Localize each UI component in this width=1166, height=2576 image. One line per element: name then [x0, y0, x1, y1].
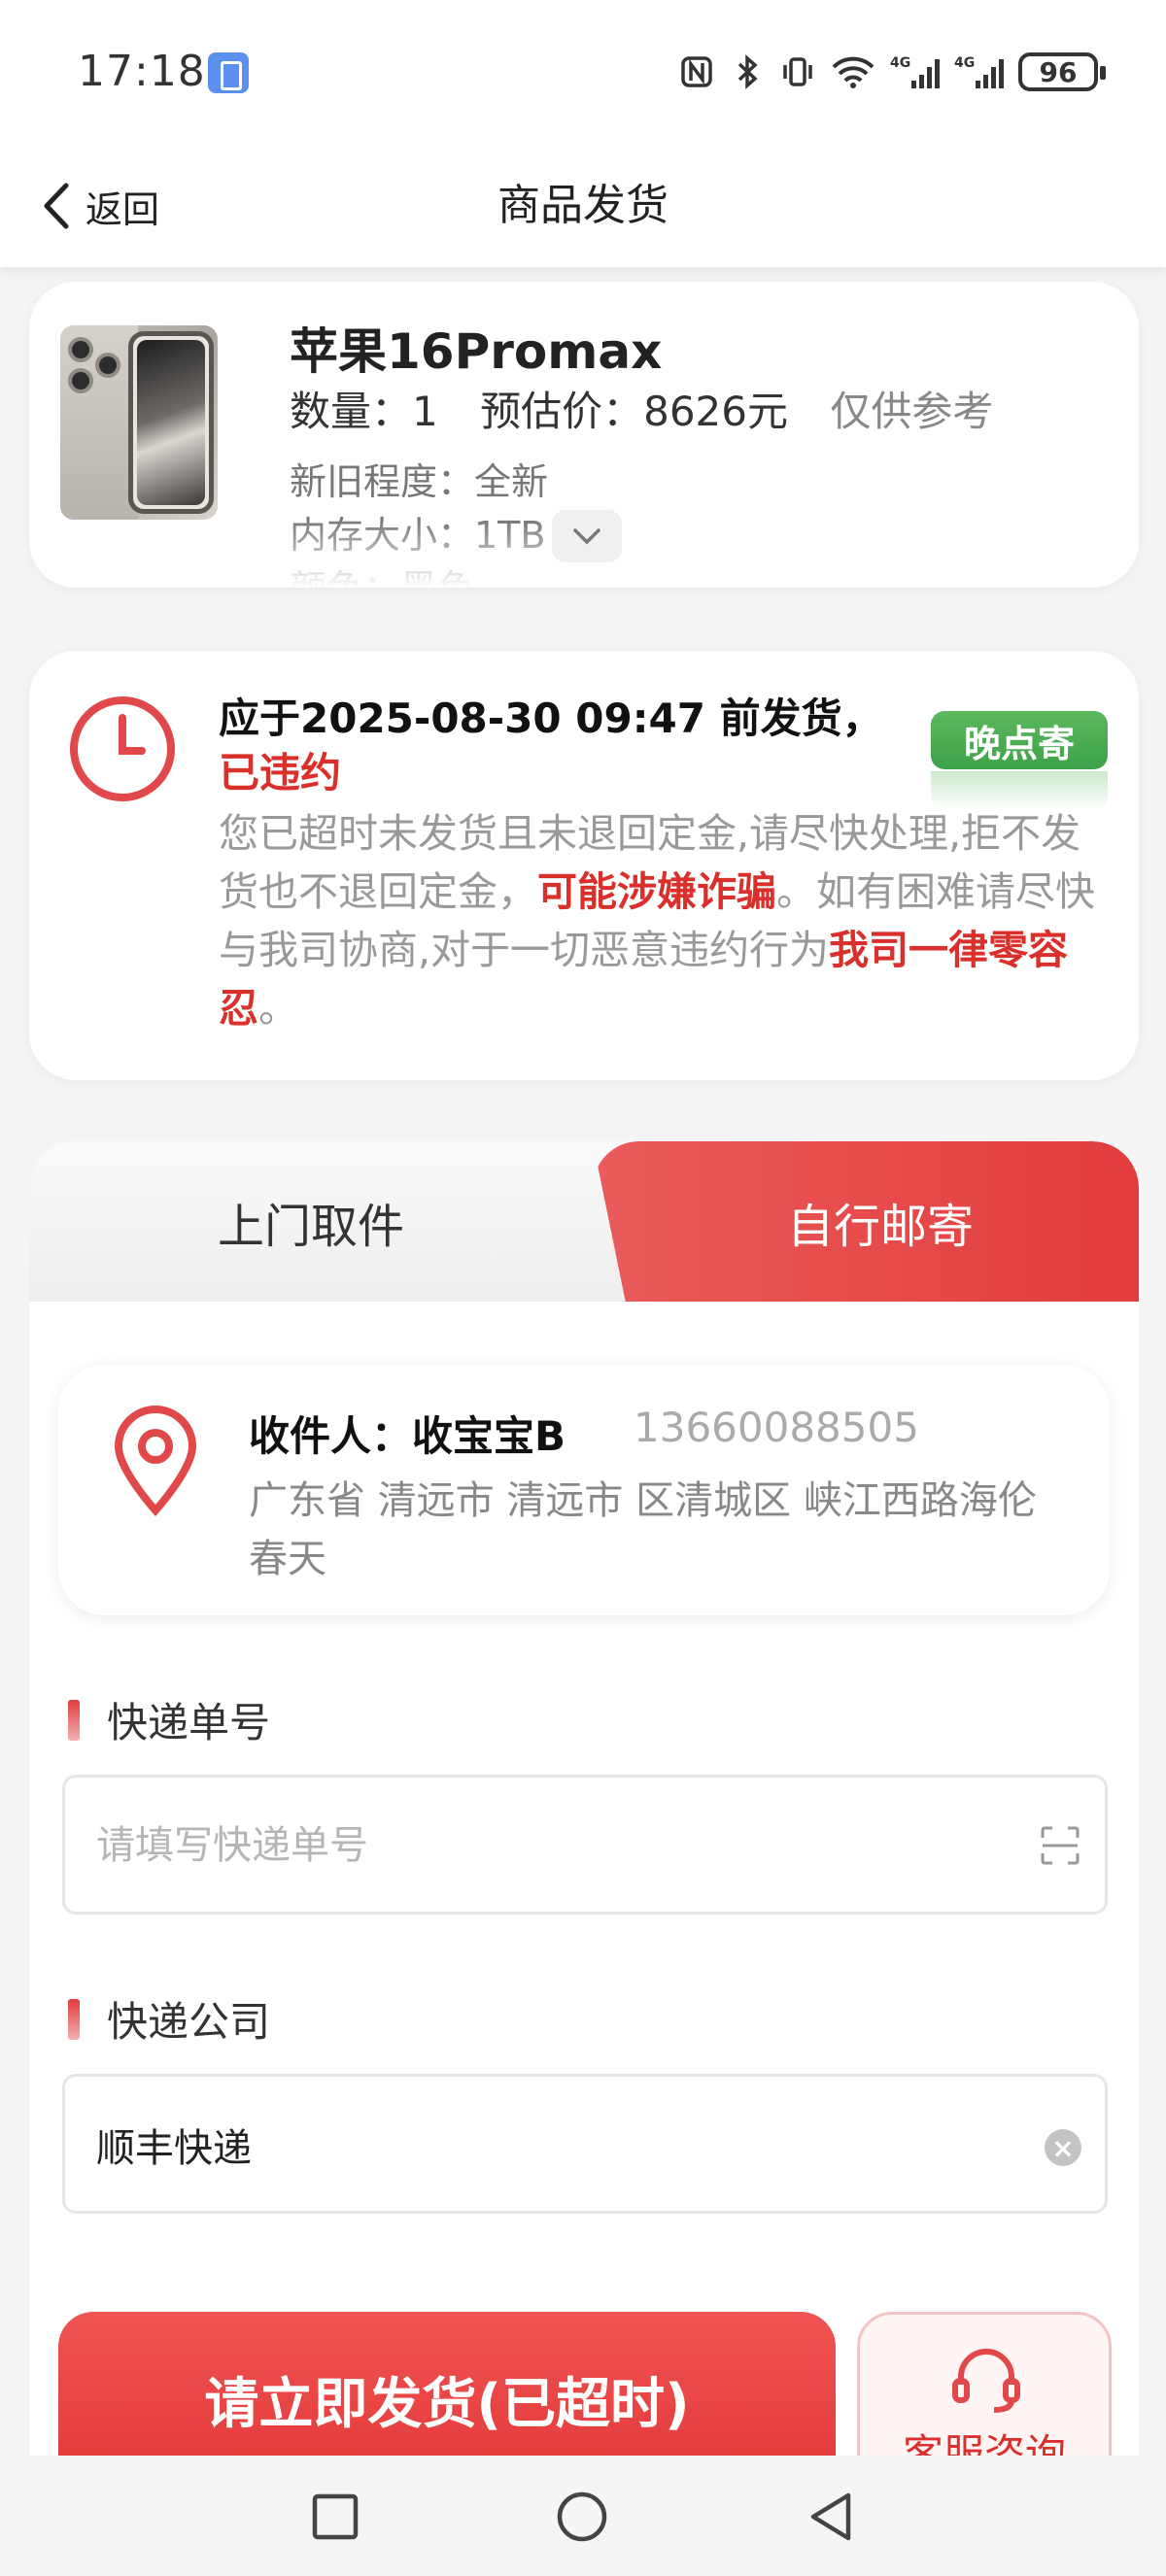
product-quantity-price: 数量：1 预估价：8626元 仅供参考	[290, 379, 993, 438]
svg-text:4G: 4G	[954, 55, 975, 71]
product-card: 苹果16Promax 数量：1 预估价：8626元 仅供参考 新旧程度：全新 内…	[29, 282, 1139, 588]
battery-indicator: 96	[1018, 52, 1106, 91]
page-title: 商品发货	[497, 181, 669, 230]
home-button[interactable]	[550, 2485, 614, 2549]
product-condition: 新旧程度：全新	[290, 460, 549, 503]
tracking-number-label: 快递单号	[68, 1690, 270, 1749]
circle-icon	[557, 2491, 607, 2542]
recipient-name: 收件人：收宝宝B	[249, 1412, 566, 1460]
status-bar: 17:18 4G 4G 96	[0, 0, 1166, 146]
nav-header: 返回 商品发货	[0, 146, 1166, 267]
tracking-label-text: 快递单号	[107, 1699, 271, 1746]
tracking-number-input[interactable]	[96, 1778, 971, 1914]
recipient-address-card: 收件人：收宝宝B 13660088505 广东省 清远市 清远市 区清城区 峡江…	[58, 1365, 1110, 1615]
recipient-phone: 13660088505	[634, 1404, 919, 1451]
status-icons: 4G 4G 96	[678, 49, 1106, 95]
ship-later-button[interactable]: 晚点寄	[931, 711, 1108, 769]
shipping-section: 上门取件 自行邮寄 收件人：收宝宝B 13660088505 广东省 清远市 清…	[29, 1141, 1139, 2482]
violation-status: 已违约	[219, 749, 342, 797]
recipient-address: 广东省 清远市 清远市 区清城区 峡江西路海伦春天	[249, 1478, 1037, 1581]
signal-4g-icon: 4G	[954, 55, 1004, 88]
signal-4g-icon: 4G	[890, 55, 940, 88]
vibrate-icon	[783, 57, 812, 86]
recent-apps-button[interactable]	[303, 2485, 367, 2549]
status-time: 17:18	[78, 47, 206, 96]
app-notification-icon	[208, 52, 249, 93]
location-pin-icon	[114, 1406, 197, 1516]
battery-level: 96	[1039, 55, 1078, 88]
triangle-back-icon	[810, 2492, 851, 2541]
courier-company-label: 快递公司	[68, 1989, 270, 2049]
tab-door-pickup[interactable]: 上门取件	[29, 1141, 632, 1302]
label-accent-bar	[68, 1998, 80, 2040]
product-name: 苹果16Promax	[290, 323, 663, 380]
product-quantity: 数量：1	[290, 388, 438, 435]
company-label-text: 快递公司	[107, 1998, 271, 2046]
scan-icon[interactable]	[1039, 1824, 1081, 1867]
tab-self-mail-label: 自行邮寄	[786, 1199, 974, 1254]
nfc-icon	[681, 56, 712, 87]
courier-company-input[interactable]	[96, 2077, 971, 2213]
courier-company-field[interactable]: ×	[62, 2074, 1108, 2214]
ship-deadline: 应于2025-08-30 09:47 前发货，	[219, 695, 883, 742]
bluetooth-icon	[737, 54, 758, 89]
square-icon	[312, 2493, 359, 2540]
headset-icon	[952, 2349, 1020, 2413]
expand-button[interactable]	[552, 510, 622, 562]
label-accent-bar	[68, 1699, 80, 1741]
svg-text:4G: 4G	[890, 55, 910, 71]
warning-highlight: 可能涉嫌诈骗	[537, 868, 776, 915]
overdue-warning-card: 应于2025-08-30 09:47 前发货， 已违约 晚点寄 您已超时未发货且…	[29, 651, 1139, 1080]
clock-icon	[70, 696, 175, 801]
warning-text-part: 。	[258, 985, 298, 1032]
tab-self-mail[interactable]: 自行邮寄	[593, 1141, 1139, 1302]
price-note: 仅供参考	[830, 388, 994, 435]
product-image	[60, 325, 218, 520]
wifi-icon	[832, 56, 874, 88]
system-nav-bar	[0, 2456, 1166, 2576]
warning-text: 您已超时未发货且未退回定金,请尽快处理,拒不发货也不退回定金，可能涉嫌诈骗。如有…	[219, 804, 1117, 1037]
back-nav-button[interactable]	[799, 2485, 863, 2549]
clear-icon[interactable]: ×	[1045, 2129, 1081, 2166]
chevron-down-icon	[573, 528, 600, 545]
tracking-number-field[interactable]	[62, 1775, 1108, 1915]
product-price: 预估价：8626元	[480, 388, 788, 435]
